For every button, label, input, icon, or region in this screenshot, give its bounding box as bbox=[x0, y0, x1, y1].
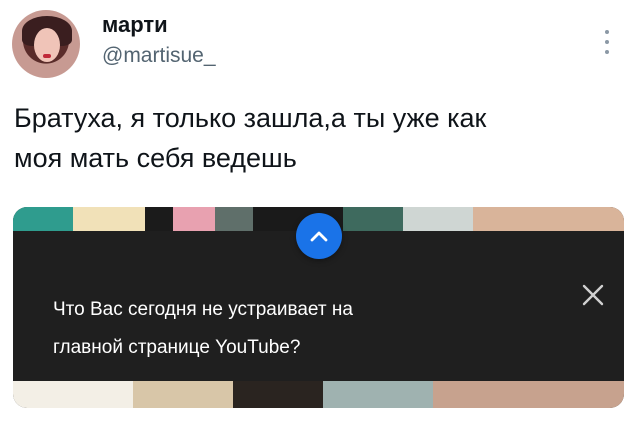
author-name[interactable]: марти bbox=[102, 12, 168, 38]
thumbnail-strip-bottom bbox=[13, 381, 624, 408]
popup-question-line: главной странице YouTube? bbox=[53, 337, 301, 358]
chevron-up-icon bbox=[310, 231, 328, 242]
more-options-icon[interactable] bbox=[604, 30, 610, 54]
popup-question-line: Что Вас сегодня не устраивает на bbox=[53, 299, 353, 320]
close-icon[interactable] bbox=[581, 283, 605, 307]
popup-question: Что Вас сегодня не устраивает на главной… bbox=[53, 291, 353, 367]
author-handle[interactable]: @martisue_ bbox=[102, 44, 216, 68]
avatar-lips bbox=[43, 54, 51, 58]
tweet-text: Братуха, я только зашла,а ты уже как моя… bbox=[14, 98, 624, 178]
avatar[interactable] bbox=[12, 10, 80, 78]
tweet-text-line: моя мать себя ведешь bbox=[14, 143, 297, 173]
collapse-button[interactable] bbox=[296, 213, 342, 259]
tweet-text-line: Братуха, я только зашла,а ты уже как bbox=[14, 103, 487, 133]
